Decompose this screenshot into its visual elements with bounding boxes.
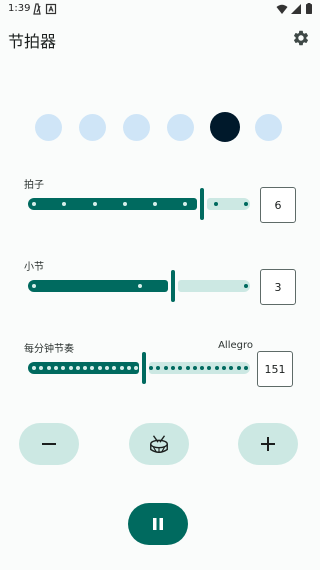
app-notification-icon: [45, 3, 57, 15]
gear-icon[interactable]: [292, 29, 310, 47]
plus-icon: [261, 437, 275, 451]
pause-button[interactable]: [128, 503, 188, 545]
slider-inactive-track: [207, 198, 250, 210]
slider-tick: [244, 284, 248, 288]
cellular-icon: [291, 4, 301, 14]
app-title: 节拍器: [8, 32, 57, 51]
minus-icon: [42, 443, 56, 445]
slider-tick: [192, 366, 197, 370]
slider-tick: [83, 366, 88, 370]
slider-inactive-track: [148, 362, 250, 374]
slider-tick: [92, 202, 97, 206]
slider-tick: [32, 202, 36, 206]
bpm-slider[interactable]: [28, 350, 250, 386]
slider-tick: [39, 366, 44, 370]
slider-active-track: [28, 362, 139, 374]
slider-handle[interactable]: [171, 270, 175, 302]
slider-tick: [244, 202, 248, 206]
slider-tick: [32, 366, 36, 370]
slider-tick: [222, 366, 227, 370]
drum-icon: [150, 435, 168, 453]
slider-tick: [90, 366, 95, 370]
slider-tick: [214, 366, 219, 370]
slider-tick: [244, 366, 248, 370]
bpm-value-field[interactable]: 151: [257, 351, 293, 387]
slider-handle[interactable]: [142, 352, 146, 384]
slider-tick: [62, 202, 67, 206]
slider-tick: [207, 366, 212, 370]
increase-bpm-button[interactable]: [238, 423, 298, 465]
beat-dot: [167, 114, 194, 141]
beat-dot: [255, 114, 282, 141]
beat-dot: [123, 114, 150, 141]
slider-tick: [61, 366, 66, 370]
time-signature-slider[interactable]: [28, 186, 250, 222]
beat-dot: [35, 114, 62, 141]
status-bar: 1:39: [0, 0, 320, 18]
slider-handle[interactable]: [200, 188, 204, 220]
slider-inactive-track: [178, 280, 250, 292]
slider-tick: [112, 366, 117, 370]
time-signature-value-field[interactable]: 6: [260, 187, 296, 223]
slider-tick: [46, 366, 51, 370]
slider-active-track: [28, 198, 197, 210]
slider-tick: [122, 202, 127, 206]
slider-tick: [185, 366, 190, 370]
beat-dot: [79, 114, 106, 141]
slider-tick: [200, 366, 205, 370]
slider-tick: [32, 284, 36, 288]
slider-tick: [156, 366, 161, 370]
slider-tick: [213, 202, 218, 206]
slider-tick: [134, 366, 139, 370]
sound-select-button[interactable]: [129, 423, 189, 465]
measure-slider[interactable]: [28, 268, 250, 304]
slider-active-track: [28, 280, 168, 292]
slider-tick: [127, 366, 132, 370]
metronome-notification-icon: [33, 3, 41, 15]
slider-tick: [163, 366, 168, 370]
decrease-bpm-button[interactable]: [19, 423, 79, 465]
slider-tick: [229, 366, 234, 370]
slider-tick: [97, 366, 102, 370]
slider-tick: [138, 284, 142, 288]
battery-icon: [306, 3, 312, 14]
slider-tick: [170, 366, 175, 370]
slider-tick: [68, 366, 73, 370]
slider-tick: [75, 366, 80, 370]
slider-tick: [153, 202, 158, 206]
slider-tick: [178, 366, 183, 370]
slider-tick: [183, 202, 188, 206]
pause-icon: [153, 518, 163, 530]
status-time: 1:39: [8, 3, 31, 14]
slider-tick: [53, 366, 58, 370]
slider-tick: [105, 366, 110, 370]
slider-tick: [236, 366, 241, 370]
measure-value-field[interactable]: 3: [260, 269, 296, 305]
slider-tick: [119, 366, 124, 370]
wifi-icon: [276, 4, 288, 14]
slider-tick: [148, 366, 153, 370]
beat-dot-active: [209, 112, 240, 142]
